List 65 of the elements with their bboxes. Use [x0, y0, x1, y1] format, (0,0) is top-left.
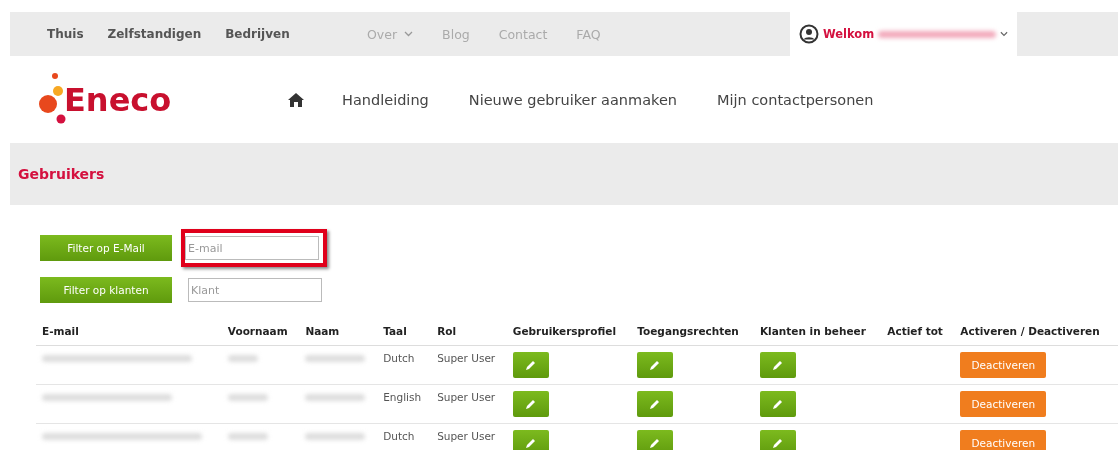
filter-button[interactable]: Filter op E-Mail	[40, 235, 172, 261]
blurred-text	[227, 394, 268, 401]
filter-field[interactable]: E-mail	[185, 236, 319, 260]
deactivate-button[interactable]: Deactiveren	[960, 352, 1047, 378]
column-header: Actief tot	[881, 317, 955, 346]
edit-button[interactable]	[637, 352, 674, 378]
column-header: Voornaam	[221, 317, 300, 346]
nav-link[interactable]: Over	[367, 26, 414, 42]
user-icon	[799, 24, 819, 44]
column-header: Taal	[377, 317, 432, 346]
logo-text: Eneco	[64, 80, 172, 119]
pencil-icon	[649, 398, 662, 410]
nav-link[interactable]: Contact	[498, 26, 548, 42]
menu-link[interactable]: Mijn contactpersonen	[717, 91, 874, 108]
edit-button[interactable]	[760, 391, 796, 417]
blurred-text	[305, 355, 366, 362]
edit-button[interactable]	[512, 391, 549, 417]
pencil-icon	[772, 359, 784, 371]
filter-field[interactable]: Klant	[188, 278, 322, 302]
pencil-icon	[772, 437, 784, 449]
column-header: E-mail	[36, 317, 222, 346]
table-cell: Super User	[437, 391, 496, 403]
edit-button[interactable]	[512, 352, 549, 378]
pencil-icon	[524, 398, 537, 410]
blurred-text	[227, 433, 268, 440]
filter-button[interactable]: Filter op klanten	[40, 277, 172, 303]
edit-button[interactable]	[637, 391, 674, 417]
table-cell: Dutch	[383, 352, 415, 364]
edit-button[interactable]	[637, 430, 674, 450]
nav-link[interactable]: Zelfstandigen	[107, 27, 202, 41]
chevron-icon	[1000, 31, 1009, 37]
menu-link[interactable]: Nieuwe gebruiker aanmaken	[468, 91, 677, 108]
blurred-text	[305, 433, 366, 440]
edit-button[interactable]	[760, 352, 796, 378]
column-header: Naam	[299, 317, 378, 346]
pencil-icon	[524, 437, 537, 449]
deactivate-button[interactable]: Deactiveren	[960, 430, 1047, 450]
page-title: Gebruikers	[17, 166, 105, 182]
account-menu[interactable]: Welkom	[790, 12, 1018, 56]
deactivate-button[interactable]: Deactiveren	[960, 391, 1047, 417]
table-cell: Super User	[437, 430, 496, 442]
column-header: Toegangsrechten	[631, 317, 754, 346]
menu-link[interactable]: Handleiding	[342, 91, 429, 108]
pencil-icon	[772, 398, 784, 410]
column-header: Rol	[431, 317, 507, 346]
pencil-icon	[649, 359, 662, 371]
chevron-icon	[404, 31, 414, 37]
pencil-icon	[524, 359, 537, 371]
column-header: Gebruikersprofiel	[506, 317, 632, 346]
pencil-icon	[649, 437, 662, 449]
table-cell: Dutch	[383, 430, 415, 442]
home-icon[interactable]	[288, 92, 304, 107]
nav-link[interactable]: Thuis	[47, 27, 84, 41]
column-header: Activeren / Deactiveren	[954, 317, 1118, 346]
column-header: Klanten in beheer	[754, 317, 882, 346]
edit-button[interactable]	[760, 430, 796, 450]
nav-link[interactable]: FAQ	[576, 26, 601, 42]
edit-button[interactable]	[512, 430, 549, 450]
welcome-text: Welkom	[823, 27, 875, 41]
table-cell: English	[383, 391, 422, 403]
blurred-text	[227, 355, 258, 362]
blurred-text	[305, 394, 366, 401]
table-cell: Super User	[437, 352, 496, 364]
nav-link[interactable]: Blog	[442, 26, 470, 42]
nav-link[interactable]: Bedrijven	[225, 27, 290, 41]
